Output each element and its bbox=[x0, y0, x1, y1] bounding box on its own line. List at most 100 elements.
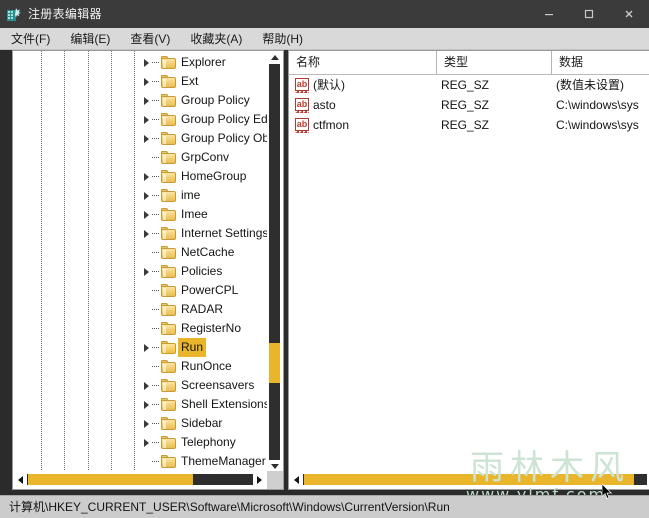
tree-item-label: Shell Extensions bbox=[181, 397, 268, 411]
tree-connector bbox=[152, 233, 160, 234]
tree-hscroll-thumb[interactable] bbox=[28, 474, 193, 485]
tree-item[interactable]: Group Policy bbox=[13, 91, 268, 110]
tree-item[interactable]: Ext bbox=[13, 72, 268, 91]
tree-connector bbox=[152, 195, 160, 196]
value-type: REG_SZ bbox=[441, 118, 490, 132]
tree-item[interactable]: Policies bbox=[13, 262, 268, 281]
value-name: ctfmon bbox=[313, 118, 350, 132]
tree-viewport: Explorer Ext Group Policy Group Policy Edit… bbox=[13, 51, 268, 473]
tree-item[interactable]: Imee bbox=[13, 205, 268, 224]
folder-icon bbox=[161, 322, 176, 335]
tree-connector bbox=[152, 309, 160, 310]
tree-item[interactable]: NetCache bbox=[13, 243, 268, 262]
value-name: asto bbox=[313, 98, 336, 112]
folder-icon bbox=[161, 436, 176, 449]
tree-item-label: Group Policy bbox=[181, 93, 250, 107]
folder-icon bbox=[161, 151, 176, 164]
expand-arrow-icon[interactable] bbox=[141, 433, 151, 452]
status-bar: 计算机\HKEY_CURRENT_USER\Software\Microsoft… bbox=[0, 495, 649, 518]
expand-arrow-icon[interactable] bbox=[141, 72, 151, 91]
value-data: C:\windows\sys bbox=[556, 118, 639, 132]
value-type: REG_SZ bbox=[441, 98, 490, 112]
tree-item[interactable]: HomeGroup bbox=[13, 167, 268, 186]
column-header-data[interactable]: 数据 bbox=[551, 51, 649, 74]
expand-arrow-icon[interactable] bbox=[141, 186, 151, 205]
tree-item[interactable]: Group Policy Editor bbox=[13, 110, 268, 129]
tree-item[interactable]: Sidebar bbox=[13, 414, 268, 433]
value-row[interactable]: ab (默认) REG_SZ (数值未设置) bbox=[289, 75, 649, 95]
tree-item[interactable]: ThemeManager bbox=[13, 452, 268, 471]
value-row[interactable]: ab asto REG_SZ C:\windows\sys bbox=[289, 95, 649, 115]
expand-arrow-icon[interactable] bbox=[141, 395, 151, 414]
tree-connector bbox=[152, 119, 160, 120]
tree-scroll-right-button[interactable] bbox=[253, 474, 266, 485]
tree-item[interactable]: Telephony bbox=[13, 433, 268, 452]
folder-icon bbox=[161, 113, 176, 126]
tree-item[interactable]: Explorer bbox=[13, 53, 268, 72]
expand-arrow-icon[interactable] bbox=[141, 205, 151, 224]
column-header-name[interactable]: 名称 bbox=[289, 51, 436, 74]
list-body: ab (默认) REG_SZ (数值未设置) ab asto REG_SZ C:\window… bbox=[289, 75, 649, 471]
menu-edit[interactable]: 编辑(E) bbox=[61, 29, 119, 49]
expand-arrow-icon[interactable] bbox=[141, 53, 151, 72]
expand-arrow-icon[interactable] bbox=[141, 262, 151, 281]
expand-arrow-icon[interactable] bbox=[141, 224, 151, 243]
tree-item[interactable]: RegisterNo bbox=[13, 319, 268, 338]
tree-item[interactable]: RADAR bbox=[13, 300, 268, 319]
folder-icon bbox=[161, 417, 176, 430]
folder-icon bbox=[161, 246, 176, 259]
tree-item[interactable]: ime bbox=[13, 186, 268, 205]
tree-item[interactable]: Shell Extensions bbox=[13, 395, 268, 414]
tree-item[interactable]: Internet Settings bbox=[13, 224, 268, 243]
title-bar[interactable]: 注册表编辑器 bbox=[0, 0, 649, 28]
maximize-button[interactable] bbox=[569, 0, 609, 28]
minimize-button[interactable] bbox=[529, 0, 569, 28]
registry-tree-panel[interactable]: Explorer Ext Group Policy Group Policy Edit… bbox=[12, 50, 284, 490]
status-path: 计算机\HKEY_CURRENT_USER\Software\Microsoft… bbox=[9, 500, 450, 514]
tree-item[interactable]: GrpConv bbox=[13, 148, 268, 167]
tree-vscroll-track[interactable] bbox=[269, 64, 280, 460]
tree-item-label: Telephony bbox=[181, 435, 236, 449]
menu-file[interactable]: 文件(F) bbox=[2, 29, 59, 49]
tree-item[interactable]: PowerCPL bbox=[13, 281, 268, 300]
tree-scroll-left-button[interactable] bbox=[14, 474, 27, 485]
registry-values-panel[interactable]: 名称 类型 数据 ab (默认) REG_SZ (数值未设置) ab asto REG_SZ… bbox=[288, 50, 649, 490]
tree-scroll-up-button[interactable] bbox=[269, 51, 280, 64]
tree-connector bbox=[152, 62, 160, 63]
list-horizontal-scrollbar[interactable] bbox=[289, 471, 649, 489]
tree-item[interactable]: RunOnce bbox=[13, 357, 268, 376]
folder-icon bbox=[161, 227, 176, 240]
tree-item[interactable]: Group Policy Objec bbox=[13, 129, 268, 148]
expand-arrow-icon[interactable] bbox=[141, 414, 151, 433]
tree-item-label: RunOnce bbox=[181, 359, 232, 373]
expand-arrow-icon[interactable] bbox=[141, 338, 151, 357]
tree-item[interactable]: Screensavers bbox=[13, 376, 268, 395]
tree-connector bbox=[152, 347, 160, 348]
tree-item-label: ime bbox=[181, 188, 201, 202]
list-hscroll-thumb[interactable] bbox=[304, 474, 634, 485]
value-row[interactable]: ab ctfmon REG_SZ C:\windows\sys bbox=[289, 115, 649, 135]
expand-arrow-icon[interactable] bbox=[141, 376, 151, 395]
list-scroll-left-button[interactable] bbox=[290, 474, 303, 485]
menu-help[interactable]: 帮助(H) bbox=[253, 29, 312, 49]
tree-item-label: Internet Settings bbox=[181, 226, 268, 240]
tree-item-label: Group Policy Editor bbox=[181, 112, 268, 126]
tree-vscroll-thumb[interactable] bbox=[269, 343, 280, 383]
tree-horizontal-scrollbar[interactable] bbox=[13, 471, 283, 489]
tree-scroll-corner bbox=[267, 471, 283, 489]
close-button[interactable] bbox=[609, 0, 649, 28]
folder-icon bbox=[161, 94, 176, 107]
menu-favorites[interactable]: 收藏夹(A) bbox=[181, 29, 251, 49]
expand-arrow-icon[interactable] bbox=[141, 167, 151, 186]
expand-arrow-icon[interactable] bbox=[141, 129, 151, 148]
tree-vertical-scrollbar[interactable] bbox=[267, 51, 283, 473]
tree-item-label: NetCache bbox=[181, 245, 235, 259]
tree-connector bbox=[152, 138, 160, 139]
expand-arrow-icon[interactable] bbox=[141, 110, 151, 129]
column-header-type[interactable]: 类型 bbox=[436, 51, 551, 74]
menu-view[interactable]: 查看(V) bbox=[121, 29, 179, 49]
tree-item[interactable]: Run bbox=[13, 338, 268, 357]
folder-icon bbox=[161, 398, 176, 411]
expand-arrow-icon[interactable] bbox=[141, 91, 151, 110]
string-value-icon: ab bbox=[295, 78, 309, 93]
